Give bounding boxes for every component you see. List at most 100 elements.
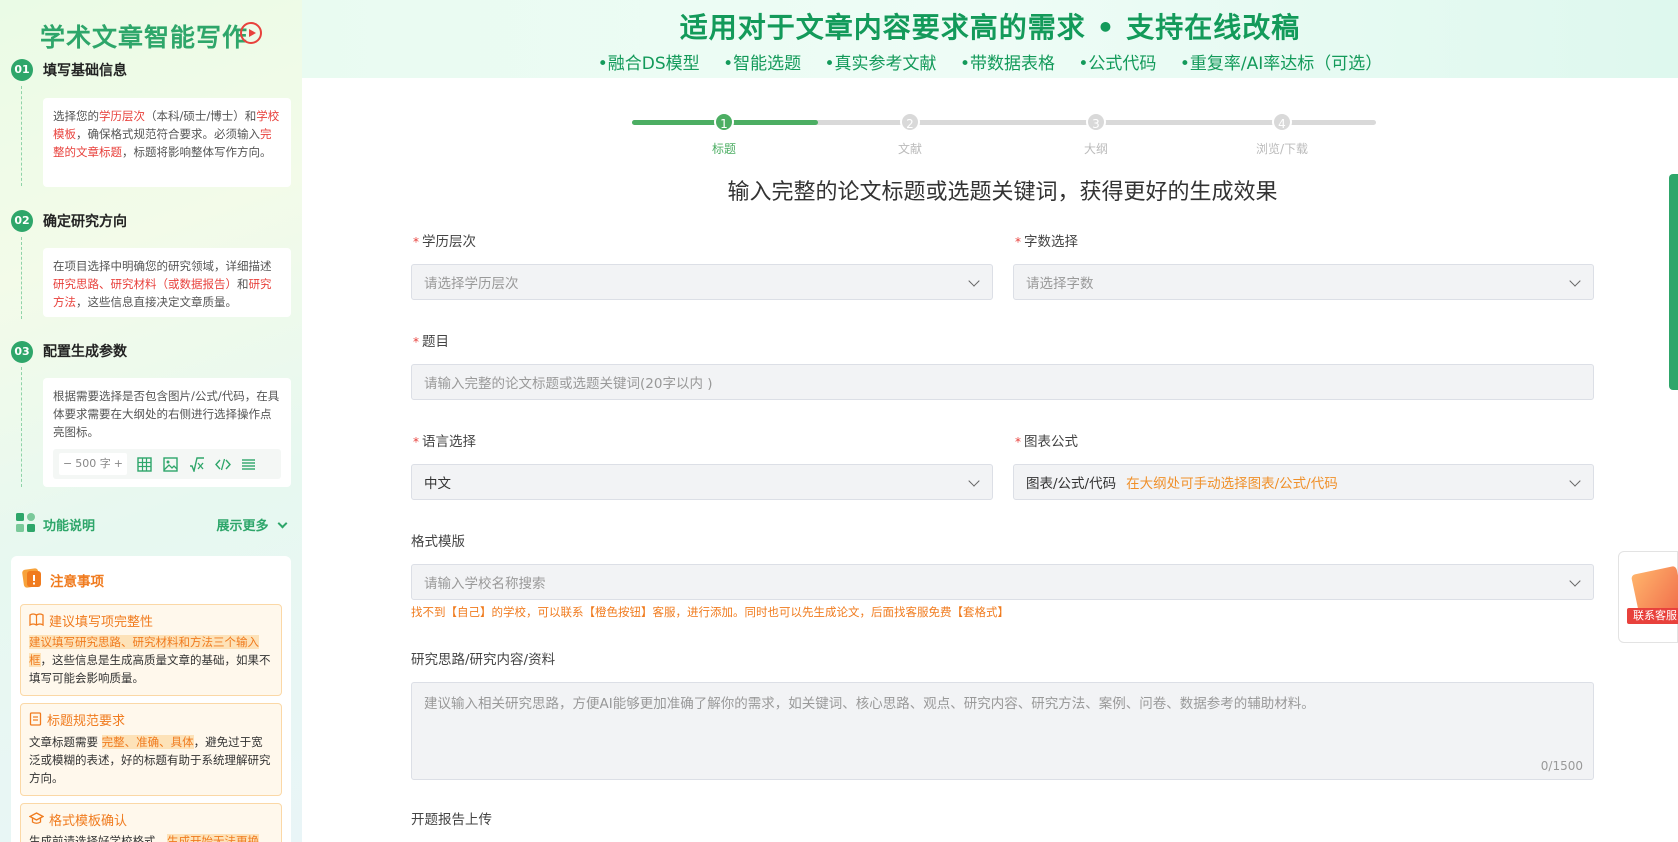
step-connector [21,237,22,319]
step-text: 在项目选择中明确您的研究领域，详细描述 [53,259,272,273]
required-mark: * [413,335,419,349]
notice-item: 建议填写项完整性 建议填写研究思路、研究材料和方法三个输入框，这些信息是生成高质… [20,604,282,696]
step-node-3[interactable]: 3 [1086,112,1106,132]
step-01-card: 选择您的学历层次（本科/硕士/博士）和学校模板，确保格式规范符合要求。必须输入完… [43,98,291,187]
top-banner: 适用对于文章内容要求高的需求 • 支持在线改稿 •融合DS模型 •智能选题 •真… [302,0,1678,78]
topic-placeholder: 请输入完整的论文标题或选题关键词(20字以内 ) [424,376,713,392]
minus-icon[interactable]: − [63,455,72,473]
step-01-title: 填写基础信息 [43,63,127,79]
notice-title: 注意事项 [50,574,104,590]
chart-formula-hint: 在大纲处可手动选择图表/公式/代码 [1126,476,1338,492]
school-search-select[interactable]: 请输入学校名称搜索 [411,564,1594,600]
step-text: ，标题将影响整体写作方向。 [122,145,272,159]
language-label-text: 语言选择 [422,434,476,450]
language-value: 中文 [424,476,451,492]
app-title: 学术文章智能写作 [40,23,249,52]
feature-item: •重复率/AI率达标（可选） [1179,54,1383,74]
chevron-down-icon [1569,475,1581,487]
chart-formula-label: * 图表公式 [1015,430,1078,450]
chevron-down-icon [1569,575,1581,587]
code-icon[interactable] [215,456,231,472]
show-more-button[interactable]: 展示更多 [216,515,290,534]
play-record-icon[interactable] [240,22,262,44]
topic-label-text: 题目 [422,334,449,350]
banner-title: 适用对于文章内容要求高的需求 • 支持在线改稿 [679,11,1301,44]
document-icon [29,712,42,732]
notice-icon [20,566,44,594]
degree-select[interactable]: 请选择学历层次 [411,264,993,300]
show-more-label: 展示更多 [216,519,269,534]
feature-item: •真实参考文献 [824,54,937,74]
notice-panel: 注意事项 建议填写项完整性 建议填写研究思路、研究材料和方法三个输入框，这些信息… [11,556,291,842]
notice-item: 格式模板确认 生成前请选择好学校格式，生成开始无法更换 [20,803,282,842]
notice-header: 注意事项 [20,566,282,594]
notice-highlight: 生成开始无法更换 [167,834,259,842]
step-node-4[interactable]: 4 [1272,112,1292,132]
chevron-down-icon [968,475,980,487]
banner-features: •融合DS模型 •智能选题 •真实参考文献 •带数据表格 •公式代码 •重复率/… [302,49,1678,74]
step-text: ，确保格式规范符合要求。必须输入 [76,127,260,141]
step-label-title: 标题 [711,142,736,156]
word-count-stepper[interactable]: − 500 字 + [59,453,127,475]
step-text: 和 [237,277,249,291]
graduation-cap-icon [28,812,45,831]
step-02-number: 02 [11,210,33,232]
topic-label: * 题目 [413,330,449,350]
chevron-down-icon [968,275,980,287]
feature-item: •公式代码 [1078,54,1157,74]
step-label-outline: 大纲 [1083,142,1108,156]
step-label-download: 浏览/下载 [1255,142,1309,156]
wordcount-label: * 字数选择 [1015,230,1078,250]
language-select[interactable]: 中文 [411,464,993,500]
step-connector [21,86,22,186]
feature-item: •融合DS模型 [597,54,700,74]
step-03-title: 配置生成参数 [43,344,127,360]
step-text: （本科/硕士/博士）和 [145,109,257,123]
character-counter: 0/1500 [1540,759,1583,773]
proposal-upload-label: 开题报告上传 [411,812,492,828]
step-02-title: 确定研究方向 [43,214,127,230]
step-03-card: 根据需要选择是否包含图片/公式/代码，在具体要求需要在大纲处的右侧进行选择操作点… [43,378,291,487]
step-highlight: 学历层次 [99,109,145,123]
step-03-number: 03 [11,341,33,363]
customer-service-button[interactable]: 联系客服 [1618,551,1678,643]
step-text: 根据需要选择是否包含图片/公式/代码，在具体要求需要在大纲处的右侧进行选择操作点… [53,389,280,439]
feature-item: •智能选题 [723,54,802,74]
wordcount-select[interactable]: 请选择字数 [1013,264,1594,300]
notice-text: 文章标题需要 [29,735,102,749]
generation-toolbar: − 500 字 + [53,449,281,479]
chart-formula-select[interactable]: 图表/公式/代码 在大纲处可手动选择图表/公式/代码 [1013,464,1594,500]
degree-label-text: 学历层次 [422,234,476,250]
step-highlight: 研究思路、研究材料（或数据报告） [53,277,237,291]
notice-text: 生成前请选择好学校格式， [29,834,167,842]
image-icon[interactable] [163,456,179,472]
sidebar: 学术文章智能写作 01 填写基础信息 选择您的学历层次（本科/硕士/博士）和学校… [0,0,302,842]
degree-placeholder: 请选择学历层次 [424,276,519,292]
plus-icon[interactable]: + [114,455,123,473]
chevron-down-icon [1569,275,1581,287]
step-text: 选择您的 [53,109,99,123]
list-icon[interactable] [241,456,257,472]
template-note: 找不到【自己】的学校，可以联系【橙色按钮】客服，进行添加。同时也可以先生成论文，… [411,605,1009,619]
research-label: 研究思路/研究内容/资料 [411,652,556,668]
notice-highlight: 完整、准确、具体 [101,735,194,749]
customer-service-label: 联系客服 [1627,608,1678,624]
degree-label: * 学历层次 [413,230,476,250]
step-text: ，这些信息直接决定文章质量。 [76,295,237,309]
side-tab[interactable] [1669,174,1678,390]
feature-item: •带数据表格 [959,54,1055,74]
table-icon[interactable] [137,456,153,472]
word-count-value: 500 字 [75,457,111,470]
step-02-card: 在项目选择中明确您的研究领域，详细描述研究思路、研究材料（或数据报告）和研究方法… [43,248,291,317]
function-icon [15,512,37,538]
step-node-2[interactable]: 2 [900,112,920,132]
wordcount-label-text: 字数选择 [1024,234,1078,250]
formula-icon[interactable] [189,456,205,472]
book-icon [29,613,44,632]
topic-input[interactable]: 请输入完整的论文标题或选题关键词(20字以内 ) [411,364,1594,400]
chart-formula-value: 图表/公式/代码 [1026,476,1117,492]
research-textarea[interactable]: 建议输入相关研究思路，方便AI能够更加准确了解你的需求，如关键词、核心思路、观点… [411,682,1594,780]
required-mark: * [1015,235,1021,249]
form-heading: 输入完整的论文标题或选题关键词，获得更好的生成效果 [727,180,1278,205]
step-node-1[interactable]: 1 [714,112,734,132]
